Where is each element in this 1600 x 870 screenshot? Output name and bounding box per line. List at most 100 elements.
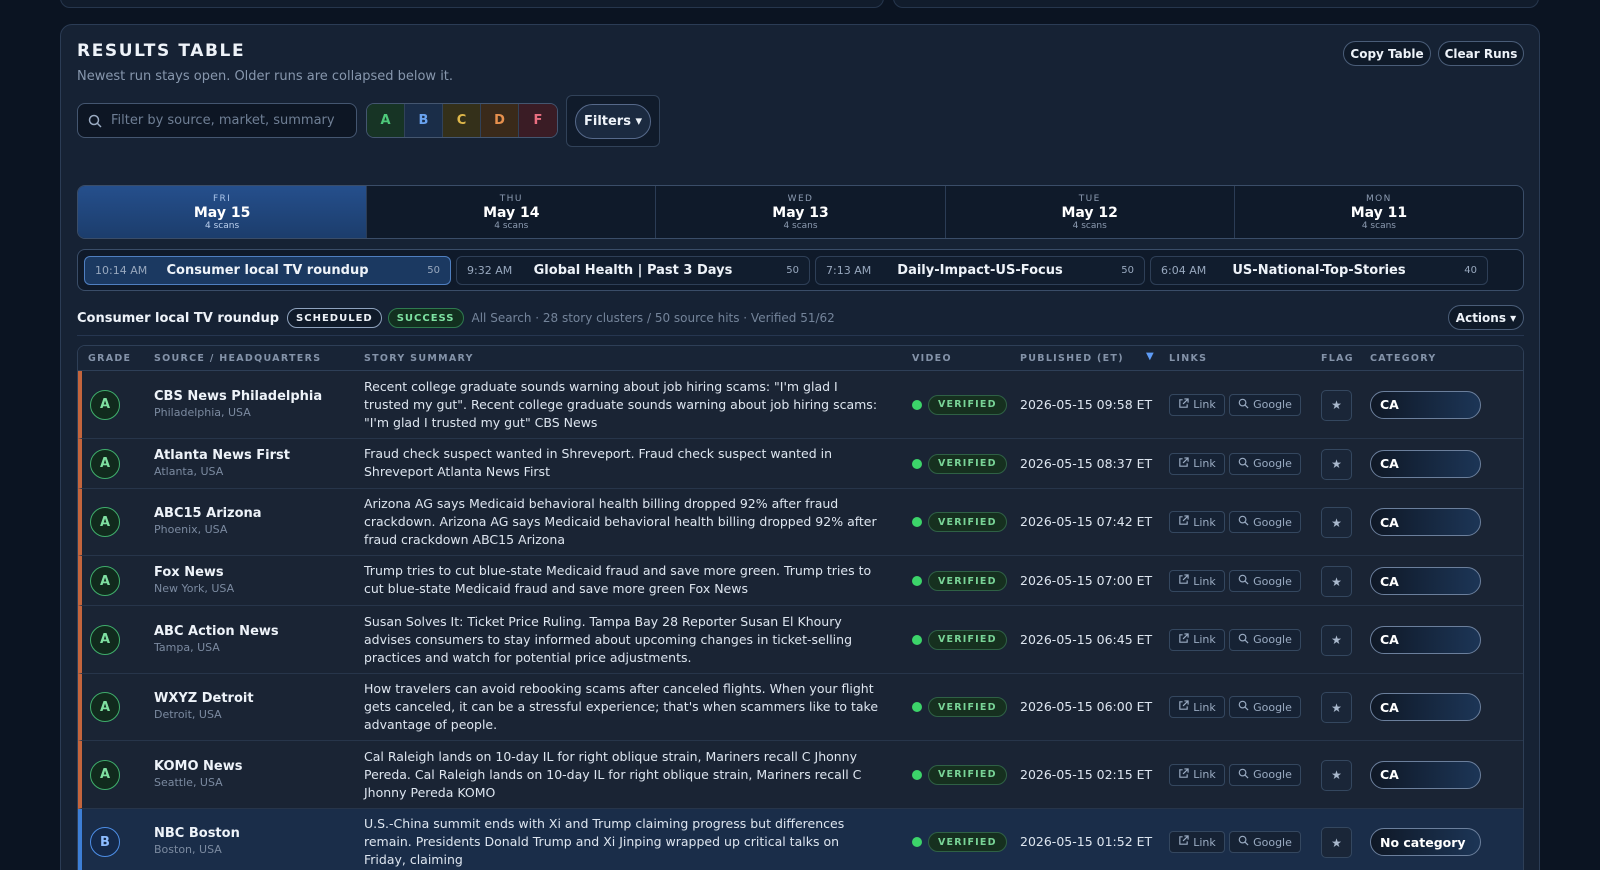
search-box[interactable] xyxy=(77,103,357,138)
link-label: Link xyxy=(1193,515,1216,529)
day-tab-tue[interactable]: TUE May 12 4 scans xyxy=(946,186,1235,238)
google-label: Google xyxy=(1253,574,1292,588)
flag-star-button[interactable]: ★ xyxy=(1321,448,1352,480)
flag-star-button[interactable]: ★ xyxy=(1321,692,1352,724)
link-button[interactable]: Link xyxy=(1169,831,1225,854)
link-button[interactable]: Link xyxy=(1169,452,1225,475)
flag-star-button[interactable]: ★ xyxy=(1321,759,1352,791)
category-select[interactable]: CA xyxy=(1370,449,1481,478)
link-label: Link xyxy=(1193,457,1216,470)
grade-badge: A xyxy=(90,692,120,723)
col-grade[interactable]: GRADE xyxy=(88,353,131,364)
google-search-button[interactable]: Google xyxy=(1229,763,1301,786)
star-icon: ★ xyxy=(1331,768,1342,783)
source-headquarters: Tampa, USA xyxy=(154,640,220,654)
star-icon: ★ xyxy=(1331,515,1342,530)
day-date: May 13 xyxy=(772,204,829,221)
run-tab[interactable]: 10:14 AM Consumer local TV roundup 50 xyxy=(84,256,451,285)
google-search-button[interactable]: Google xyxy=(1229,696,1301,719)
story-summary: How travelers can avoid rebooking scams … xyxy=(364,681,879,732)
source-headquarters: Philadelphia, USA xyxy=(154,405,251,419)
category-select[interactable]: No category xyxy=(1370,828,1481,857)
link-label: Link xyxy=(1193,633,1216,647)
col-source[interactable]: SOURCE / HEADQUARTERS xyxy=(154,353,321,364)
link-label: Link xyxy=(1193,398,1216,412)
category-select[interactable]: CA xyxy=(1370,760,1481,789)
grade-filter-a[interactable]: A xyxy=(367,104,405,137)
source-name[interactable]: NBC Boston xyxy=(154,826,240,841)
category-select[interactable]: CA xyxy=(1370,625,1481,654)
source-name[interactable]: Fox News xyxy=(154,565,224,580)
external-link-icon xyxy=(1178,768,1189,782)
published-time: 2026-05-15 01:52 ET xyxy=(1020,834,1153,850)
copy-table-button[interactable]: Copy Table xyxy=(1343,41,1431,66)
actions-button[interactable]: Actions ▾ xyxy=(1448,305,1524,330)
run-tab[interactable]: 9:32 AM Global Health | Past 3 Days 50 xyxy=(456,256,810,285)
source-name[interactable]: ABC15 Arizona xyxy=(154,506,262,521)
table-row: A CBS News Philadelphia Philadelphia, USA R… xyxy=(78,371,1523,439)
video-verified-badge: VERIFIED xyxy=(928,571,1007,591)
col-video[interactable]: VIDEO xyxy=(912,353,952,364)
published-time: 2026-05-15 07:42 ET xyxy=(1020,514,1153,530)
flag-star-button[interactable]: ★ xyxy=(1321,566,1352,597)
category-select[interactable]: CA xyxy=(1370,508,1481,537)
flag-star-button[interactable]: ★ xyxy=(1321,827,1352,859)
run-count: 40 xyxy=(1464,265,1477,276)
link-button[interactable]: Link xyxy=(1169,696,1225,719)
google-search-button[interactable]: Google xyxy=(1229,393,1301,416)
day-weekday: WED xyxy=(787,193,814,204)
grade-filter-d[interactable]: D xyxy=(481,104,519,137)
source-name[interactable]: ABC Action News xyxy=(154,624,279,639)
google-search-button[interactable]: Google xyxy=(1229,570,1301,592)
filters-button[interactable]: Filters ▾ xyxy=(575,104,651,139)
source-name[interactable]: WXYZ Detroit xyxy=(154,691,254,706)
story-summary: Trump tries to cut blue-state Medicaid f… xyxy=(364,563,872,596)
link-button[interactable]: Link xyxy=(1169,628,1225,651)
day-tab-fri[interactable]: FRI May 15 4 scans xyxy=(78,186,368,238)
run-name: Consumer local TV roundup xyxy=(166,263,369,278)
link-button[interactable]: Link xyxy=(1169,763,1225,786)
grade-filter-f[interactable]: F xyxy=(519,104,557,137)
run-tab[interactable]: 7:13 AM Daily-Impact-US-Focus 50 xyxy=(815,256,1145,285)
col-summary[interactable]: STORY SUMMARY xyxy=(364,353,474,364)
search-icon xyxy=(1238,515,1249,529)
day-tab-mon[interactable]: MON May 11 4 scans xyxy=(1235,186,1523,238)
published-time: 2026-05-15 08:37 ET xyxy=(1020,455,1153,471)
flag-star-button[interactable]: ★ xyxy=(1321,624,1352,656)
table-row: A WXYZ Detroit Detroit, USA How travelers c… xyxy=(78,673,1523,741)
category-select[interactable]: CA xyxy=(1370,390,1481,419)
day-date: May 14 xyxy=(483,204,540,221)
day-tab-wed[interactable]: WED May 13 4 scans xyxy=(656,186,946,238)
link-button[interactable]: Link xyxy=(1169,511,1225,534)
run-info: All Search · 28 story clusters / 50 sour… xyxy=(471,311,835,325)
source-name[interactable]: KOMO News xyxy=(154,759,243,774)
source-name[interactable]: Atlanta News First xyxy=(154,448,290,463)
results-table: GRADE SOURCE / HEADQUARTERS STORY SUMMAR… xyxy=(77,345,1524,870)
search-input[interactable] xyxy=(111,113,351,128)
col-published[interactable]: PUBLISHED (ET) xyxy=(1020,353,1124,364)
link-button[interactable]: Link xyxy=(1169,393,1225,416)
google-search-button[interactable]: Google xyxy=(1229,511,1301,534)
clear-runs-button[interactable]: Clear Runs xyxy=(1438,41,1524,66)
google-search-button[interactable]: Google xyxy=(1229,628,1301,651)
category-select[interactable]: CA xyxy=(1370,567,1481,595)
link-label: Link xyxy=(1193,835,1216,849)
category-select[interactable]: CA xyxy=(1370,693,1481,722)
google-label: Google xyxy=(1253,633,1292,647)
flag-star-button[interactable]: ★ xyxy=(1321,507,1352,539)
grade-filter-b[interactable]: B xyxy=(405,104,443,137)
grade-filter-c[interactable]: C xyxy=(443,104,481,137)
success-badge: SUCCESS xyxy=(387,308,464,328)
sort-desc-icon[interactable]: ▼ xyxy=(1146,351,1154,362)
col-category[interactable]: CATEGORY xyxy=(1370,353,1437,364)
link-button[interactable]: Link xyxy=(1169,570,1225,592)
google-search-button[interactable]: Google xyxy=(1229,831,1301,854)
video-status-dot xyxy=(912,576,922,586)
day-tab-thu[interactable]: THU May 14 4 scans xyxy=(367,186,657,238)
flag-star-button[interactable]: ★ xyxy=(1321,389,1352,421)
table-row: A ABC Action News Tampa, USA Susan Solves I… xyxy=(78,606,1523,674)
star-icon: ★ xyxy=(1331,457,1342,471)
source-name[interactable]: CBS News Philadelphia xyxy=(154,389,322,404)
google-search-button[interactable]: Google xyxy=(1229,452,1301,475)
run-tab[interactable]: 6:04 AM US-National-Top-Stories 40 xyxy=(1150,256,1488,285)
